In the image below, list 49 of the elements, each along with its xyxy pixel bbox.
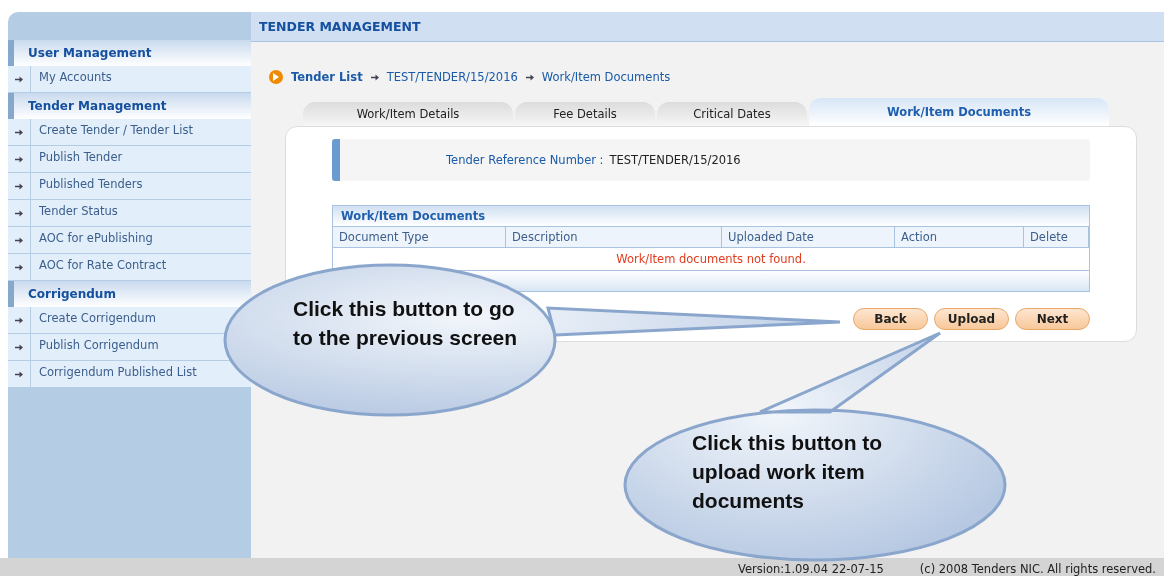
page-header: TENDER MANAGEMENT	[251, 12, 1164, 42]
column-header: Delete	[1024, 227, 1089, 247]
arrow-icon	[15, 263, 23, 271]
arrow-icon	[525, 73, 534, 81]
sidebar-section-title: User Management	[8, 40, 251, 66]
breadcrumb-link[interactable]: TEST/TENDER/15/2016	[386, 70, 518, 84]
reference-label: Tender Reference Number :	[446, 153, 604, 167]
arrow-icon	[15, 128, 23, 136]
column-header: Description	[506, 227, 722, 247]
tab[interactable]: Work/Item Documents	[809, 98, 1109, 126]
arrow-icon	[15, 182, 23, 190]
action-button[interactable]: Upload	[934, 308, 1009, 330]
arrow-icon	[15, 370, 23, 378]
reference-value: TEST/TENDER/15/2016	[609, 153, 741, 167]
column-header: Action	[895, 227, 1024, 247]
arrow-icon	[15, 343, 23, 351]
copyright-text: (c) 2008 Tenders NIC. All rights reserved.	[919, 562, 1156, 576]
arrow-icon	[370, 73, 379, 81]
sidebar-section-title: Tender Management	[8, 93, 251, 119]
callout-text: Click this button to go to the previous screen	[293, 296, 518, 351]
tab[interactable]: Critical Dates	[657, 102, 807, 126]
arrow-icon	[15, 316, 23, 324]
sidebar-link[interactable]: My Accounts	[31, 66, 120, 92]
table-title: Work/Item Documents	[333, 206, 1089, 226]
breadcrumb-link[interactable]: Work/Item Documents	[541, 70, 671, 84]
sidebar-link[interactable]: Create Tender / Tender List	[31, 119, 201, 145]
sidebar-section-title: Corrigendum	[8, 281, 251, 307]
sidebar-link[interactable]: AOC for ePublishing	[31, 227, 161, 253]
arrow-icon	[15, 236, 23, 244]
callout-text: Click this button to upload work item documents	[692, 430, 884, 514]
tab[interactable]: Fee Details	[515, 102, 655, 126]
action-button[interactable]: Back	[853, 308, 928, 330]
sidebar-link[interactable]: Create Corrigendum	[31, 307, 164, 333]
column-header: Document Type	[333, 227, 506, 247]
sidebar-link[interactable]: Published Tenders	[31, 173, 151, 199]
sidebar-link[interactable]: Corrigendum Published List	[31, 361, 205, 387]
play-icon	[269, 70, 283, 84]
arrow-icon	[15, 155, 23, 163]
arrow-icon	[15, 75, 23, 83]
sidebar-link[interactable]: Publish Tender	[31, 146, 131, 172]
breadcrumb-link[interactable]: Tender List	[291, 70, 363, 84]
arrow-icon	[15, 209, 23, 217]
action-button[interactable]: Next	[1015, 308, 1090, 330]
sidebar-link[interactable]: Publish Corrigendum	[31, 334, 167, 360]
tab[interactable]: Work/Item Details	[303, 102, 513, 126]
version-text: Version:1.09.04 22-07-15	[737, 562, 884, 576]
sidebar-link[interactable]: Tender Status	[31, 200, 126, 226]
sidebar-link[interactable]: AOC for Rate Contract	[31, 254, 175, 280]
column-header: Uploaded Date	[722, 227, 895, 247]
